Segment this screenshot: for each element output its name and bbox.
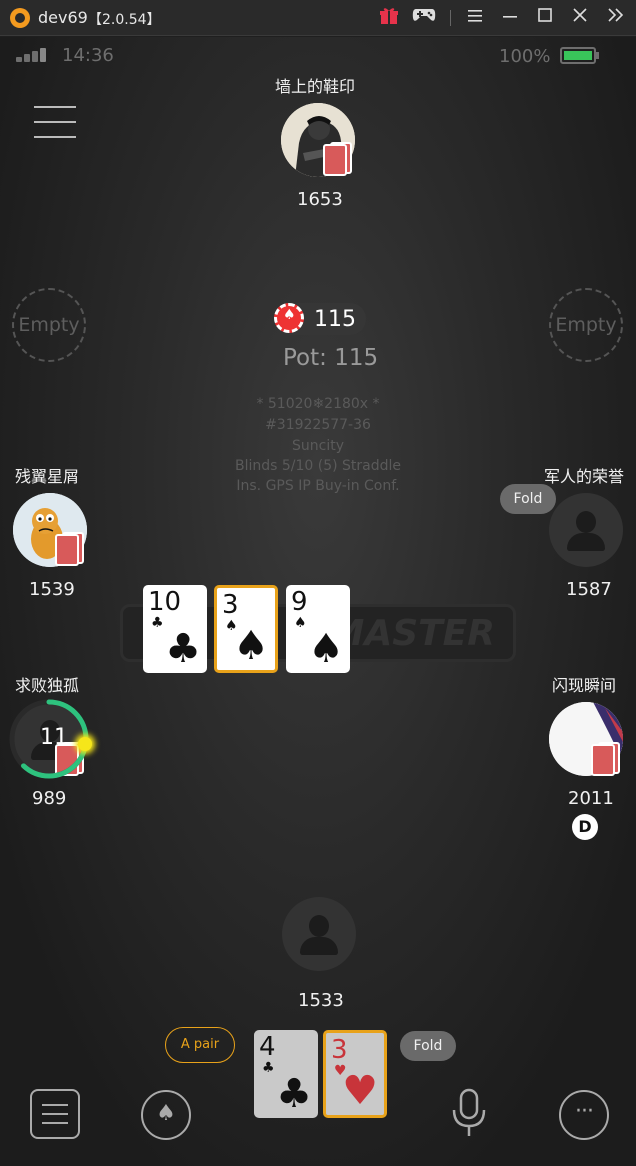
action-timer-seconds: 11 (40, 725, 68, 750)
chat-icon[interactable]: ··· (559, 1090, 609, 1140)
seat-right-lower-name: 闪现瞬间 (552, 676, 617, 695)
seat-right-lower-chips: 2011 (568, 788, 614, 809)
board-card-3-suit-small: ♠ (294, 615, 307, 631)
hero-card-1-rank: 4 (259, 1032, 276, 1062)
club-suit-icon: ♣ (276, 1071, 312, 1117)
empty-seat-right[interactable]: Empty (549, 288, 623, 362)
hand-rank-badge: A pair (165, 1027, 235, 1063)
seat-right-upper-chips: 1587 (566, 579, 612, 600)
microphone-icon[interactable] (449, 1088, 499, 1138)
close-icon[interactable] (567, 6, 593, 30)
board-card-2: 3 ♠ ♠ (214, 585, 278, 673)
brand-watermark-text: MASTER (328, 613, 495, 654)
titlebar-separator (450, 10, 451, 26)
seat-right-upper-name: 军人的荣誉 (544, 467, 625, 486)
seat-right-lower-cards (591, 742, 620, 776)
pot-chip-amount: 115 (314, 307, 356, 332)
board-card-2-rank: 3 (222, 590, 239, 620)
room-code: * 51020❄2180x * (256, 396, 380, 412)
dealer-button: D (572, 814, 598, 840)
empty-seat-left[interactable]: Empty (12, 288, 86, 362)
spade-icon[interactable]: ♠ (141, 1090, 191, 1140)
hero-avatar[interactable] (282, 897, 356, 971)
hero-card-2[interactable]: 3 ♥ ♥ (323, 1030, 387, 1118)
spade-suit-icon: ♠ (308, 626, 344, 672)
pot-total: Pot: 115 (283, 345, 379, 371)
default-avatar-body (567, 533, 605, 551)
window-title: dev69 (38, 8, 88, 27)
timer-spark-icon (78, 737, 92, 751)
rules-info: Ins. GPS IP Buy-in Conf. (236, 478, 400, 494)
maximize-icon[interactable] (532, 6, 558, 30)
poker-chip-icon (274, 303, 304, 333)
signal-icon (16, 48, 52, 62)
battery-percent: 100% (499, 46, 551, 67)
hand-history-icon[interactable] (30, 1089, 80, 1139)
seat-top-name: 墙上的鞋印 (275, 77, 356, 96)
seat-left-lower-chips: 989 (32, 788, 67, 809)
expand-icon[interactable] (603, 6, 629, 30)
board-card-3: 9 ♠ ♠ (286, 585, 350, 673)
hero-card-2-rank: 3 (331, 1035, 348, 1065)
seat-right-upper-fold-badge: Fold (500, 484, 556, 514)
seat-left-lower-name: 求败独孤 (15, 676, 80, 695)
minimize-icon[interactable] (497, 6, 523, 30)
window-titlebar: dev69 【2.0.54】 (0, 0, 636, 36)
heart-suit-icon: ♥ (342, 1068, 378, 1114)
seat-top-chips: 1653 (297, 189, 343, 210)
seat-right-upper-avatar[interactable] (549, 493, 623, 567)
battery-icon (560, 47, 599, 64)
seat-left-upper-chips: 1539 (29, 579, 75, 600)
board-card-1: 10 ♣ ♣ (143, 585, 207, 673)
seat-left-upper-cards (55, 532, 84, 566)
app-logo-icon (10, 8, 30, 28)
app-version: 【2.0.54】 (88, 12, 161, 28)
menu-icon[interactable] (462, 6, 488, 30)
default-avatar-body (300, 937, 338, 955)
board-card-1-rank: 10 (148, 587, 182, 617)
board-card-3-rank: 9 (291, 587, 308, 617)
gift-icon[interactable] (376, 6, 402, 30)
hero-card-1[interactable]: 4 ♣ ♣ (254, 1030, 318, 1118)
default-avatar-head (576, 511, 596, 533)
table-menu-button[interactable] (34, 106, 76, 140)
status-time: 14:36 (62, 45, 114, 66)
seat-left-upper-name: 残翼星屑 (15, 467, 80, 486)
club-name: Suncity (292, 438, 344, 454)
table-id: #31922577-36 (265, 417, 371, 433)
hero-fold-badge: Fold (400, 1031, 456, 1061)
default-avatar-head (309, 915, 329, 937)
hero-chips: 1533 (298, 990, 344, 1011)
board-card-1-suit-small: ♣ (151, 615, 164, 631)
gamepad-icon[interactable] (411, 6, 437, 30)
hero-card-1-suit-small: ♣ (262, 1060, 275, 1076)
club-suit-icon: ♣ (165, 626, 201, 672)
spade-suit-icon: ♠ (233, 623, 269, 669)
blinds-info: Blinds 5/10 (5) Straddle (234, 458, 402, 474)
seat-top-cards (323, 142, 352, 176)
